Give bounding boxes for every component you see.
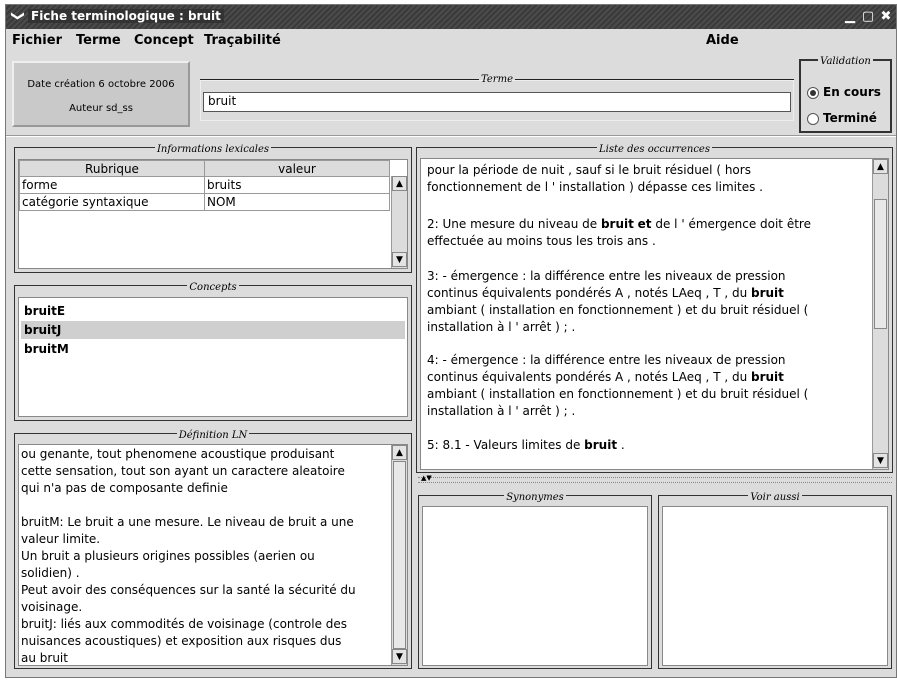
scroll-down-icon[interactable]: ▼ — [873, 453, 888, 468]
occurrence-item[interactable]: 4: - émergence : la différence entre les… — [427, 352, 808, 420]
cell-valeur[interactable]: NOM — [204, 193, 390, 211]
validation-group: Validation En cours Terminé — [799, 56, 892, 133]
col-valeur[interactable]: valeur — [204, 160, 390, 177]
occurrence-item[interactable]: pour la période de nuit , sauf si le bru… — [427, 162, 763, 196]
list-item[interactable]: bruitE — [21, 302, 405, 320]
occurrences-panel: Liste des occurrences pour la période de… — [416, 144, 893, 473]
definition-scrollbar[interactable]: ▲ ▼ — [391, 445, 407, 665]
table-row[interactable]: catégorie syntaxique NOM — [19, 193, 390, 211]
creation-info: Date création 6 octobre 2006 Auteur sd_s… — [12, 61, 190, 127]
menu-tracabilite[interactable]: Traçabilité — [204, 33, 281, 48]
occurrence-line: continus équivalents pondérés A , notés … — [427, 370, 784, 384]
lexical-scrollbar[interactable]: ▲ ▼ — [391, 176, 407, 268]
lexical-table: Rubrique valeur forme bruits catégorie s… — [19, 160, 390, 211]
table-row[interactable]: forme bruits — [19, 176, 390, 194]
menu-fichier[interactable]: Fichier — [12, 33, 62, 48]
scroll-up-icon[interactable]: ▲ — [392, 445, 407, 460]
terme-legend: Terme — [481, 74, 513, 85]
occurrence-line: installation à l ' arrêt ) ; . — [427, 320, 576, 334]
menu-bar: Fichier Terme Concept Traçabilité Aide — [6, 29, 896, 51]
synonymes-legend: Synonymes — [504, 492, 566, 503]
close-icon[interactable]: ✖ — [878, 9, 894, 25]
occurrence-item[interactable]: 2: Une mesure du niveau de bruit et de l… — [427, 216, 811, 250]
cell-rubrique[interactable]: forme — [19, 176, 205, 194]
concepts-panel: Concepts bruitE bruitJ bruitM — [14, 282, 412, 421]
scroll-thumb[interactable] — [874, 199, 887, 329]
definition-legend: Définition LN — [176, 430, 250, 441]
author: Auteur sd_ss — [69, 103, 133, 114]
terme-input[interactable]: bruit — [203, 92, 791, 112]
scroll-thumb[interactable] — [393, 461, 406, 649]
definition-text[interactable]: ou genante, tout phenomene acoustique pr… — [21, 446, 387, 667]
menu-concept[interactable]: Concept — [134, 33, 194, 48]
scroll-down-icon[interactable]: ▼ — [392, 649, 407, 664]
lexical-legend: Informations lexicales — [154, 144, 272, 155]
en-cours-radio[interactable] — [807, 87, 819, 99]
termine-label[interactable]: Terminé — [823, 111, 877, 125]
definition-panel: Définition LN ou genante, tout phenomene… — [14, 430, 412, 669]
cell-valeur[interactable]: bruits — [204, 176, 390, 194]
scroll-down-icon[interactable]: ▼ — [392, 252, 407, 267]
voir-aussi-legend: Voir aussi — [748, 492, 802, 503]
occurrence-line: continus équivalents pondérés A , notés … — [427, 286, 784, 300]
occurrences-legend: Liste des occurrences — [597, 144, 712, 155]
lexical-panel: Informations lexicales Rubrique valeur f… — [14, 144, 412, 273]
occurrence-line: 2: Une mesure du niveau de bruit et de l… — [427, 217, 811, 231]
occurrence-line: installation à l ' arrêt ) ; . — [427, 404, 576, 418]
separator — [6, 135, 896, 137]
list-item[interactable]: bruitJ — [21, 321, 405, 339]
occurrence-line: effectuée au moins tous les trois ans . — [427, 234, 656, 248]
occurrence-line: pour la période de nuit , sauf si le bru… — [427, 163, 751, 177]
occurrence-line: 5: 8.1 - Valeurs limites de bruit . — [427, 438, 625, 452]
lexical-table-area: Rubrique valeur forme bruits catégorie s… — [18, 159, 408, 269]
occurrence-line: 3: - émergence : la différence entre les… — [427, 269, 786, 283]
occurrence-line: 4: - émergence : la différence entre les… — [427, 353, 786, 367]
menu-aide[interactable]: Aide — [706, 33, 739, 48]
voir-aussi-list[interactable] — [662, 506, 888, 666]
scroll-up-icon[interactable]: ▲ — [873, 159, 888, 174]
occurrence-line: ambiant ( installation en fonctionnement… — [427, 387, 809, 401]
maximize-icon[interactable]: ▢ — [860, 9, 876, 25]
creation-date: Date création 6 octobre 2006 — [27, 79, 175, 90]
occurrences-scrollbar[interactable]: ▲ ▼ — [872, 159, 888, 469]
occurrence-item[interactable]: 3: - émergence : la différence entre les… — [427, 268, 808, 336]
occurrence-item[interactable]: 5: 8.1 - Valeurs limites de bruit . — [427, 437, 625, 454]
minimize-icon[interactable]: ▁ — [842, 9, 858, 25]
synonymes-panel: Synonymes — [418, 492, 652, 669]
scroll-up-icon[interactable]: ▲ — [392, 176, 407, 191]
termine-radio[interactable] — [807, 113, 819, 125]
synonymes-list[interactable] — [422, 506, 648, 666]
split-pane-divider[interactable]: ▲▼ — [418, 474, 892, 483]
concepts-legend: Concepts — [187, 282, 239, 293]
title-bar: ❯ Fiche terminologique : bruit ▁ ▢ ✖ — [6, 5, 896, 29]
definition-area: ou genante, tout phenomene acoustique pr… — [18, 444, 408, 666]
collapse-arrows-icon[interactable]: ▲▼ — [421, 474, 432, 482]
occurrence-line: fonctionnement de l ' installation ) dép… — [427, 180, 763, 194]
list-item[interactable]: bruitM — [21, 340, 405, 358]
window-menu-icon[interactable]: ❯ — [9, 8, 25, 24]
window-title: Fiche terminologique : bruit — [28, 9, 224, 23]
occurrences-area: pour la période de nuit , sauf si le bru… — [420, 158, 889, 470]
en-cours-label[interactable]: En cours — [823, 85, 881, 99]
concepts-list: bruitE bruitJ bruitM — [18, 297, 408, 417]
cell-rubrique[interactable]: catégorie syntaxique — [19, 193, 205, 211]
occurrence-line: ambiant ( installation en fonctionnement… — [427, 303, 809, 317]
term-sheet-window: ❯ Fiche terminologique : bruit ▁ ▢ ✖ Fic… — [5, 4, 897, 678]
menu-terme[interactable]: Terme — [76, 33, 121, 48]
validation-legend: Validation — [818, 56, 873, 67]
col-rubrique[interactable]: Rubrique — [19, 160, 205, 177]
voir-aussi-panel: Voir aussi — [658, 492, 892, 669]
